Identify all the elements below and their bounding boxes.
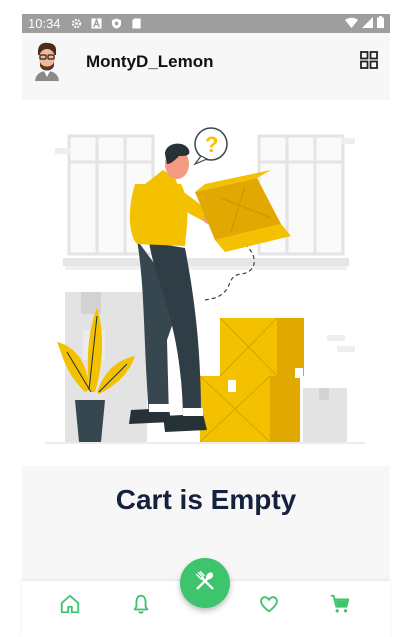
restaurant-fab-button[interactable] (180, 558, 230, 608)
wifi-icon (345, 16, 358, 31)
username: MontyD_Lemon (86, 52, 214, 71)
cart-icon[interactable] (329, 593, 351, 615)
settings-icon (71, 18, 82, 29)
heart-icon[interactable] (258, 593, 280, 615)
svg-text:?: ? (205, 132, 218, 157)
status-time: 10:34 (28, 16, 61, 31)
sd-card-icon (131, 18, 142, 29)
signal-icon (362, 16, 373, 31)
utensils-icon (194, 570, 216, 597)
avatar[interactable] (32, 41, 62, 81)
a-badge-icon (91, 18, 102, 29)
question-bubble: ? (193, 127, 228, 166)
home-icon[interactable] (59, 593, 81, 615)
battery-icon (377, 16, 384, 31)
status-bar: 10:34 (22, 14, 390, 33)
man-with-box-illustration: ? (45, 120, 365, 450)
bell-icon[interactable] (130, 593, 152, 615)
yellow-boxes (199, 317, 304, 443)
grid-menu-icon[interactable] (360, 51, 378, 69)
shield-icon (111, 18, 122, 29)
app-header: MontyD_Lemon (22, 33, 390, 100)
empty-cart-title: Cart is Empty (115, 484, 297, 515)
